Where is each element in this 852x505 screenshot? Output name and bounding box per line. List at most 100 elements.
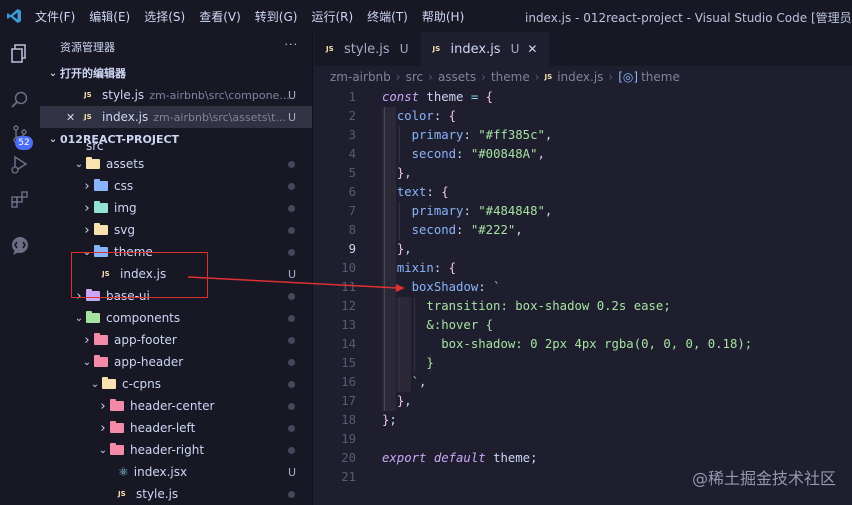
line-number: 5 (348, 166, 356, 180)
extensions-icon[interactable] (6, 186, 34, 214)
tab-style-js[interactable]: JS style.js U (314, 32, 421, 66)
code-token: theme (426, 90, 471, 104)
search-icon[interactable] (6, 86, 34, 114)
chevron-right-icon: › (100, 398, 106, 414)
code-text: } (382, 354, 433, 373)
tree-item[interactable]: ⌄ components (40, 307, 312, 329)
breadcrumb-item[interactable]: assets (438, 70, 476, 84)
code-text: export default theme; (382, 449, 537, 468)
code-line: 6 text: { (314, 183, 852, 202)
code-token: ; (389, 413, 397, 427)
code-token: "#484848" (478, 204, 545, 218)
code-token: , (419, 375, 427, 389)
code-token: : (456, 147, 471, 161)
explorer-icon[interactable] (6, 40, 34, 68)
code-token: "#222" (470, 223, 516, 237)
tab-index-js[interactable]: JS index.js U ✕ (420, 32, 550, 66)
tree-item[interactable]: ⌄ app-header (40, 351, 312, 373)
modified-dot-icon (288, 249, 295, 256)
line-number: 2 (348, 109, 356, 123)
modified-dot-icon (288, 337, 295, 344)
tree-item[interactable]: › app-footer (40, 329, 312, 351)
code-token: primary (411, 204, 464, 218)
menu-item[interactable]: 编辑(E) (82, 8, 137, 25)
code-line: 11 boxShadow: ` (314, 278, 852, 297)
modified-dot-icon (288, 425, 295, 432)
code-line: 9 }, (314, 240, 852, 259)
breadcrumb-item[interactable]: theme (641, 70, 680, 84)
code-line: 15 } (314, 354, 852, 373)
tree-item[interactable]: ⚛ index.jsx U (40, 461, 312, 483)
tree-item[interactable]: src (40, 141, 312, 153)
chevron-right-icon: › (481, 70, 486, 84)
tree-item[interactable]: › header-left (40, 417, 312, 439)
tree-item[interactable]: JS style.js (40, 483, 312, 505)
breadcrumb-item[interactable]: src (406, 70, 424, 84)
file-tree: src ⌄ assets › css › img › svg ⌄ theme JS index.js U ›… (40, 141, 312, 505)
menu-item[interactable]: 文件(F) (28, 8, 82, 25)
tree-item-label: svg (114, 223, 135, 237)
tree-item[interactable]: ⌄ c-cpns (40, 373, 312, 395)
open-editor-item[interactable]: ✕ JS index.js zm-airbnb\src\assets\t... … (40, 106, 312, 128)
open-editor-item[interactable]: JS style.js zm-airbnb\src\compone... U (40, 84, 312, 106)
code-token: : (463, 128, 479, 142)
code-token: , (404, 242, 412, 256)
open-editors-section[interactable]: ⌄ 打开的编辑器 (40, 62, 312, 84)
menu-item[interactable]: 选择(S) (137, 8, 192, 25)
tree-item-label: header-left (130, 421, 196, 435)
folder-icon (94, 201, 108, 213)
folder-icon (110, 443, 124, 455)
tree-item-label: app-footer (114, 333, 177, 347)
chat-icon[interactable] (6, 232, 34, 260)
code-token: : (433, 109, 449, 123)
tree-item[interactable]: › css (40, 175, 312, 197)
code-text: }, (382, 240, 412, 259)
code-token: text (396, 185, 427, 199)
run-debug-icon[interactable] (6, 150, 34, 178)
close-icon[interactable]: ✕ (66, 111, 84, 124)
line-number: 6 (348, 185, 356, 199)
menu-item[interactable]: 查看(V) (192, 8, 248, 25)
code-token: theme; (493, 451, 538, 465)
menu-item[interactable]: 帮助(H) (415, 8, 471, 25)
tree-item-label: components (106, 311, 181, 325)
tree-item[interactable]: › img (40, 197, 312, 219)
chevron-down-icon: ⌄ (74, 312, 84, 324)
chevron-right-icon: › (84, 332, 90, 348)
code-line: 14 box-shadow: 0 2px 4px rgba(0, 0, 0, 0… (314, 335, 852, 354)
chevron-right-icon: › (534, 70, 540, 84)
tree-item[interactable]: › svg (40, 219, 312, 241)
breadcrumb-item[interactable]: index.js (557, 70, 603, 84)
open-editor-path: zm-airbnb\src\assets\t... (153, 110, 286, 124)
menu-item[interactable]: 转到(G) (248, 8, 305, 25)
code-editor[interactable]: 1 const theme = {2 color: {3 primary: "#f… (314, 88, 852, 505)
code-token: transition: box-shadow 0.2s ease; (382, 299, 671, 313)
line-number: 18 (341, 413, 356, 427)
tree-item[interactable]: ⌄ header-right (40, 439, 312, 461)
code-token: boxShadow (411, 280, 479, 294)
menu-item[interactable]: 运行(R) (304, 8, 360, 25)
menu-item[interactable]: 终端(T) (360, 8, 415, 25)
open-editor-path: zm-airbnb\src\compone... (149, 88, 290, 102)
line-number: 16 (341, 375, 356, 389)
line-number: 17 (341, 394, 356, 408)
close-tab-icon[interactable]: ✕ (527, 42, 537, 56)
modified-dot-icon (288, 491, 295, 498)
tree-item[interactable]: ⌄ assets (40, 153, 312, 175)
tree-item[interactable]: › header-center (40, 395, 312, 417)
more-actions-icon[interactable]: ··· (285, 38, 299, 51)
js-file-icon: JS (326, 45, 334, 53)
code-token: second (411, 147, 457, 161)
code-line: 18}; (314, 411, 852, 430)
js-file-icon: JS (84, 113, 92, 121)
breadcrumb-item[interactable]: theme (491, 70, 530, 84)
breadcrumb-item[interactable]: zm-airbnb (330, 70, 391, 84)
line-number: 1 (348, 90, 356, 104)
code-token: : (433, 261, 449, 275)
code-text: }; (382, 411, 397, 430)
code-token: : (478, 280, 494, 294)
